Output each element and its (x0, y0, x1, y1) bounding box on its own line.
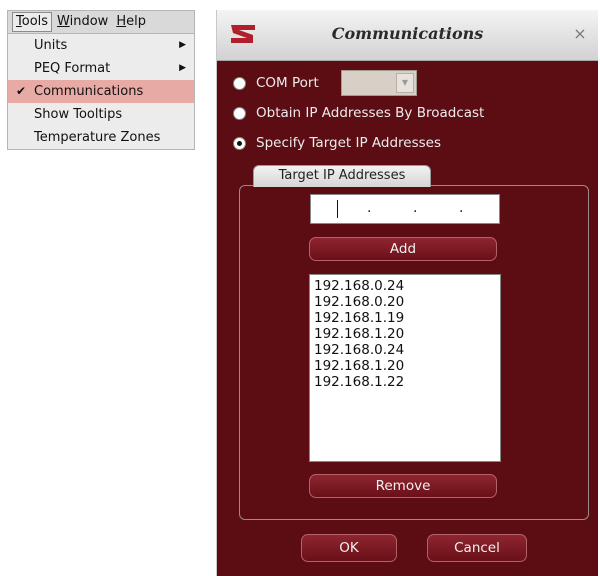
ip-address-input[interactable]: . . . (310, 194, 500, 224)
broadcast-radio[interactable] (233, 106, 246, 120)
dialog-titlebar: Communications × (217, 10, 598, 61)
tab-target-ip-addresses[interactable]: Target IP Addresses (253, 165, 431, 187)
cancel-button[interactable]: Cancel (427, 534, 527, 562)
menu-item-label: Units (34, 38, 68, 53)
menu-window[interactable]: Window (54, 12, 111, 32)
add-button[interactable]: Add (309, 237, 497, 261)
specify-ip-option[interactable]: Specify Target IP Addresses (233, 133, 441, 153)
list-item[interactable]: 192.168.0.20 (314, 294, 496, 310)
menu-item-temperature-zones[interactable]: Temperature Zones (8, 126, 194, 149)
ip-octet-separator: . (367, 200, 372, 216)
specify-ip-radio[interactable] (233, 136, 246, 150)
text-caret (337, 200, 338, 218)
menu-item-units[interactable]: Units ▶ (8, 34, 194, 57)
ip-octet-separator: . (413, 200, 418, 216)
chevron-down-icon[interactable]: ▼ (396, 73, 414, 93)
menu-window-accel: W (57, 14, 70, 29)
dialog-title: Communications (331, 24, 484, 43)
communications-dialog: Communications × COM Port ▼ Obtain IP Ad… (216, 10, 598, 576)
menu-bar: Tools Window Help (7, 10, 195, 34)
list-item[interactable]: 192.168.1.22 (314, 374, 496, 390)
com-port-label: COM Port (256, 75, 319, 91)
submenu-arrow-icon: ▶ (179, 63, 186, 73)
ok-button[interactable]: OK (301, 534, 397, 562)
menu-help-accel: H (116, 14, 127, 29)
menu-window-rest: indow (69, 14, 109, 29)
menu-help-rest: elp (126, 14, 146, 29)
list-item[interactable]: 192.168.1.19 (314, 310, 496, 326)
menu-item-peq-format[interactable]: PEQ Format ▶ (8, 57, 194, 80)
menu-item-communications[interactable]: ✔ Communications (8, 80, 194, 103)
menu-item-label: PEQ Format (34, 61, 111, 76)
close-icon[interactable]: × (572, 24, 588, 43)
menu-tools-rest: ools (21, 14, 49, 29)
menu-tools[interactable]: Tools (12, 12, 53, 32)
submenu-arrow-icon: ▶ (179, 40, 186, 50)
list-item[interactable]: 192.168.0.24 (314, 278, 496, 294)
broadcast-label: Obtain IP Addresses By Broadcast (256, 105, 485, 121)
menu-help[interactable]: Help (113, 12, 149, 32)
com-port-radio[interactable] (233, 76, 246, 90)
remove-button[interactable]: Remove (309, 474, 497, 498)
broadcast-option[interactable]: Obtain IP Addresses By Broadcast (233, 103, 484, 123)
list-item[interactable]: 192.168.1.20 (314, 358, 496, 374)
com-port-option[interactable]: COM Port (233, 73, 319, 93)
specify-ip-label: Specify Target IP Addresses (256, 135, 441, 151)
ip-address-list[interactable]: 192.168.0.24 192.168.0.20 192.168.1.19 1… (309, 274, 501, 462)
list-item[interactable]: 192.168.0.24 (314, 342, 496, 358)
checkmark-icon: ✔ (16, 84, 27, 98)
ip-octet-separator: . (459, 200, 464, 216)
menu-item-show-tooltips[interactable]: Show Tooltips (8, 103, 194, 126)
menu-item-label: Show Tooltips (34, 107, 123, 122)
list-item[interactable]: 192.168.1.20 (314, 326, 496, 342)
com-port-select[interactable]: ▼ (341, 70, 417, 96)
tools-dropdown-menu: Units ▶ PEQ Format ▶ ✔ Communications Sh… (7, 34, 195, 150)
menu-item-label: Temperature Zones (34, 130, 161, 145)
menu-item-label: Communications (34, 84, 144, 99)
